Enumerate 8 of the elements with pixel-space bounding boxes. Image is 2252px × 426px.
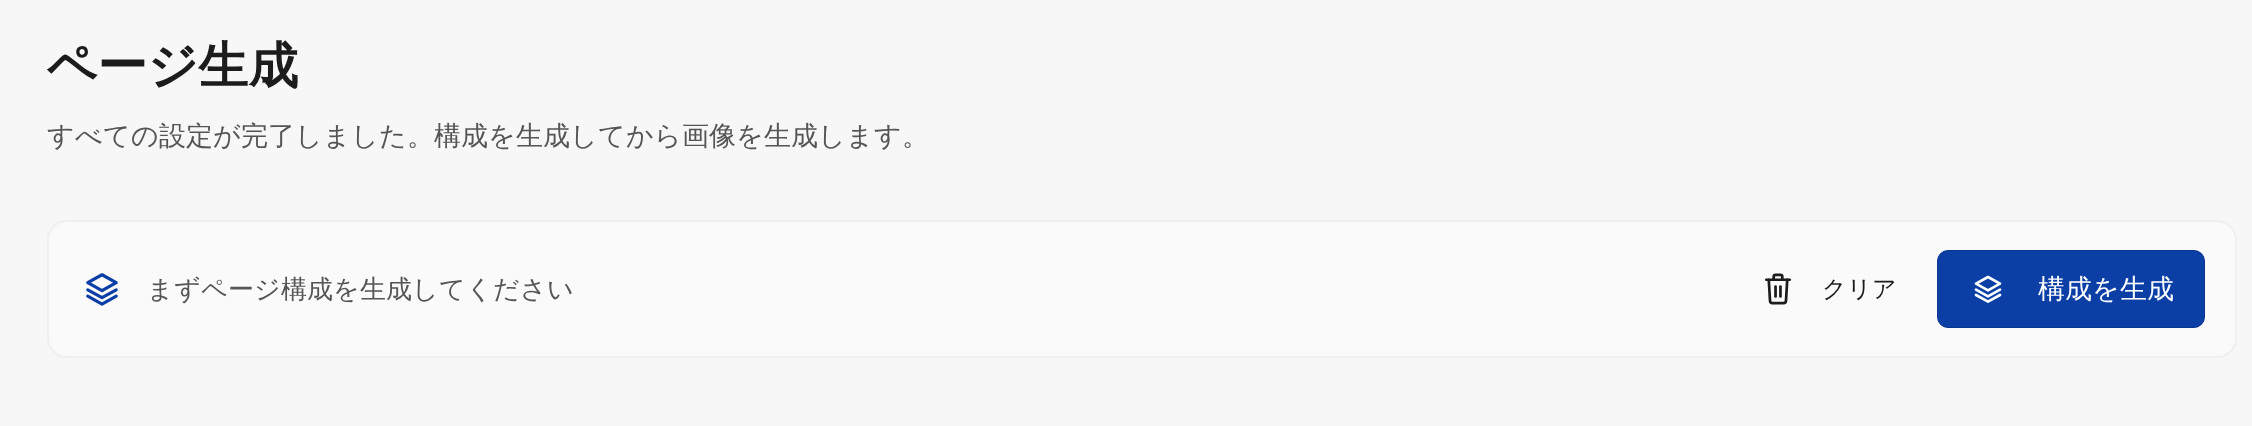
page-title: ページ生成 <box>47 35 299 96</box>
status-message: まずページ構成を生成してください <box>147 272 575 306</box>
generate-button[interactable]: 構成を生成 <box>1937 250 2205 328</box>
layers-icon <box>83 270 121 308</box>
clear-button[interactable]: クリア <box>1760 265 1901 313</box>
trash-icon <box>1764 273 1792 305</box>
page-subtitle: すべての設定が完了しました。構成を生成してから画像を生成します。 <box>47 119 929 153</box>
layers-icon <box>1972 273 2004 305</box>
